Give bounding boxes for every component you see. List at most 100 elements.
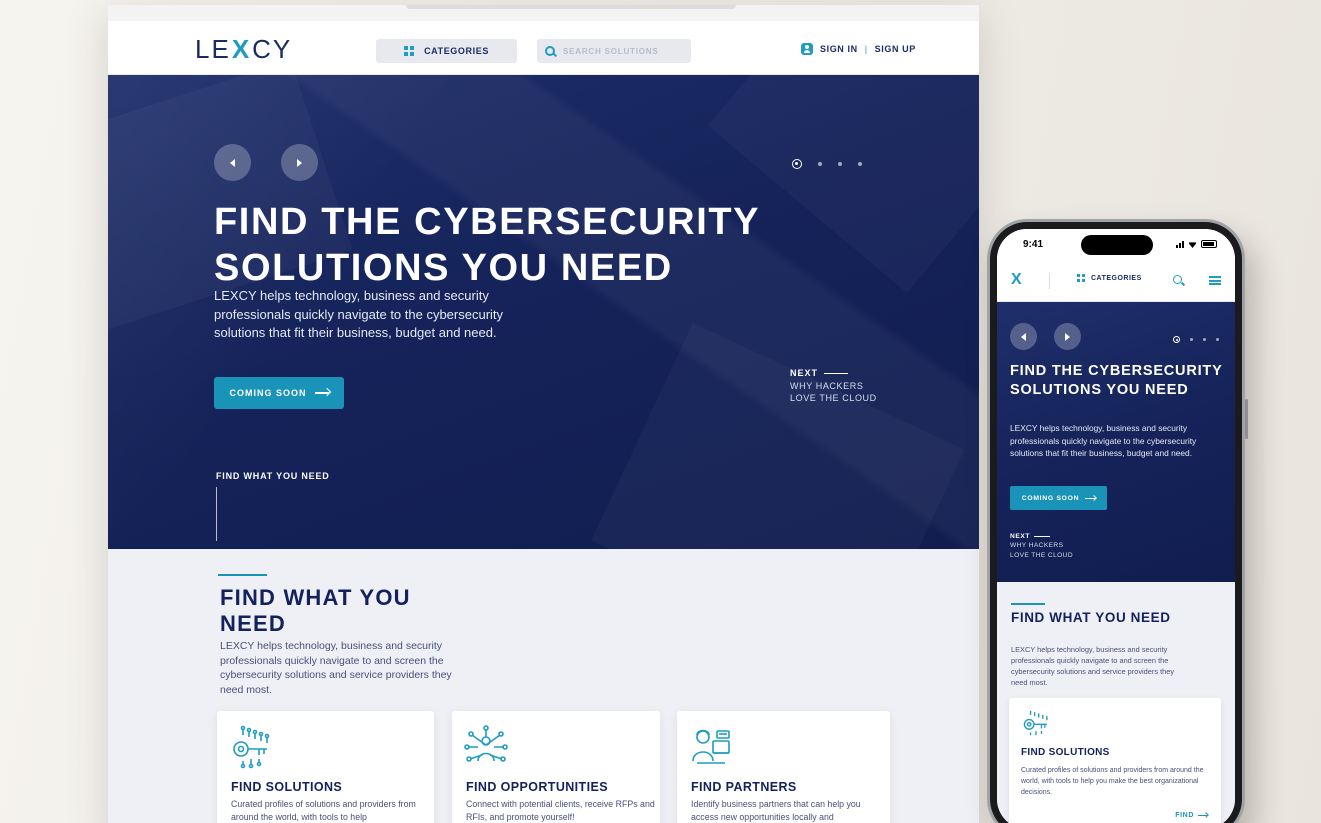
slide-dot-active[interactable] [792,159,802,169]
mobile-next-title-line-1: WHY HACKERS [1010,542,1064,549]
battery-icon [1201,240,1217,248]
slide-dot[interactable] [838,162,842,166]
slide-dot-active[interactable] [1173,336,1180,343]
mobile-hero: FIND THE CYBERSECURITY SOLUTIONS YOU NEE… [997,302,1235,582]
find-link-label: FIND [1175,812,1194,819]
circuit-key-icon [233,725,270,769]
logo-text-left: LE [195,33,231,64]
card-find-solutions[interactable]: FIND SOLUTIONS Curated profiles of solut… [217,711,434,823]
section-title: FIND WHAT YOU NEED [220,585,411,636]
hero-bg-shape [591,323,964,549]
slide-dot[interactable] [1216,338,1219,341]
header-divider [1049,273,1050,289]
slide-indicators [792,159,862,169]
browser-pill [406,5,736,9]
arrow-right-icon [1085,497,1096,499]
search-icon [1173,275,1182,284]
mobile-categories-label: CATEGORIES [1091,274,1142,282]
card-find-opportunities[interactable]: FIND OPPORTUNITIES Connect with potentia… [452,711,660,823]
auth-separator: | [864,44,868,54]
browser-top-strip [108,5,979,21]
signal-icon [1176,241,1184,248]
status-bar: 9:41 [997,229,1235,259]
arrow-right-icon [314,392,329,394]
status-icons [1176,240,1217,248]
user-icon [801,43,813,55]
dynamic-island [1081,235,1153,255]
mobile-hero-title: FIND THE CYBERSECURITY SOLUTIONS YOU NEE… [1010,363,1223,398]
hamburger-menu-icon[interactable] [1209,276,1221,285]
phone-screen: 9:41 X CATEGORIES FIND THE CYBERSECURITY… [997,229,1235,823]
chevron-left-icon [1021,332,1026,341]
phone-side-button [1245,399,1248,439]
next-slide-button[interactable] [281,144,318,181]
phone-mockup: 9:41 X CATEGORIES FIND THE CYBERSECURITY… [987,219,1248,823]
mobile-header: X CATEGORIES [997,259,1235,302]
desktop-mockup: LE X CY CATEGORIES SEARCH SOLUTIONS SIGN I… [108,5,979,823]
mobile-next-slide-preview[interactable]: NEXT WHY HACKERS LOVE THE CLOUD [1010,533,1073,561]
arrow-right-icon [1198,815,1207,816]
network-person-icon [464,725,508,762]
mobile-search-button[interactable] [1173,275,1182,284]
section-accent-line [1011,603,1045,605]
sign-up-link[interactable]: SIGN UP [875,44,916,54]
mobile-next-slide-button[interactable] [1054,323,1081,350]
prev-slide-button[interactable] [214,144,251,181]
section-accent-line [218,574,267,576]
next-slide-preview[interactable]: NEXT WHY HACKERS LOVE THE CLOUD [790,368,877,404]
partner-chat-icon [692,729,730,764]
mobile-find-section: FIND WHAT YOU NEED LEXCY helps technolog… [997,582,1235,823]
card-title: FIND OPPORTUNITIES [466,780,608,794]
grid-icon [404,46,415,56]
card-text: Connect with potential clients, receive … [466,799,655,822]
slide-dot[interactable] [858,162,862,166]
status-time: 9:41 [1023,239,1044,250]
logo-x-mark: X [231,33,252,64]
sign-in-link[interactable]: SIGN IN [820,44,858,54]
mobile-prev-slide-button[interactable] [1010,323,1037,350]
slide-dot[interactable] [818,162,822,166]
card-text: Curated profiles of solutions and provid… [231,799,416,822]
grid-icon [1077,274,1085,282]
section-description: LEXCY helps technology, business and sec… [220,640,452,696]
scroll-label[interactable]: FIND WHAT YOU NEED [216,471,330,481]
mobile-card-title: FIND SOLUTIONS [1021,747,1110,758]
auth-links: SIGN IN | SIGN UP [801,43,916,55]
mobile-section-description: LEXCY helps technology, business and sec… [1011,645,1175,687]
hero-description: LEXCY helps technology, business and sec… [214,288,504,340]
slide-dot[interactable] [1203,338,1206,341]
card-find-partners[interactable]: FIND PARTNERS Identify business partners… [677,711,890,823]
card-text: Identify business partners that can help… [691,799,861,822]
chevron-left-icon [230,158,235,167]
search-input[interactable]: SEARCH SOLUTIONS [537,39,691,63]
slide-dot[interactable] [1190,338,1193,341]
mobile-hero-description: LEXCY helps technology, business and sec… [1010,423,1197,459]
categories-button[interactable]: CATEGORIES [376,39,517,63]
logo-text-right: CY [252,33,293,64]
mobile-cta-label: COMING SOON [1021,494,1080,502]
mobile-section-title: FIND WHAT YOU NEED [1011,610,1171,625]
find-section: FIND WHAT YOU NEED LEXCY helps technolog… [108,549,979,823]
card-title: FIND SOLUTIONS [231,780,343,794]
coming-soon-button[interactable]: COMING SOON [214,377,344,409]
next-title-line-1: WHY HACKERS [790,381,864,391]
next-title-line-2: LOVE THE CLOUD [790,393,877,403]
chevron-right-icon [297,158,302,167]
hero-banner: FIND THE CYBERSECURITY SOLUTIONS YOU NEE… [108,75,979,549]
mobile-categories-button[interactable]: CATEGORIES [1077,274,1142,282]
mobile-coming-soon-button[interactable]: COMING SOON [1010,486,1107,510]
next-label: NEXT [790,368,877,378]
mobile-next-title-line-2: LOVE THE CLOUD [1010,552,1074,559]
chevron-right-icon [1065,332,1070,341]
cta-label: COMING SOON [229,388,307,398]
hero-title: FIND THE CYBERSECURITY SOLUTIONS YOU NEE… [214,201,760,289]
lexcy-logo[interactable]: LE X CY [195,33,293,64]
mobile-next-label: NEXT [1010,533,1073,540]
mobile-logo-x[interactable]: X [1011,271,1022,289]
card-title: FIND PARTNERS [691,780,797,794]
circuit-key-icon [1023,710,1048,736]
find-link[interactable]: FIND [1175,812,1207,819]
mobile-card-find-solutions[interactable]: FIND SOLUTIONS Curated profiles of solut… [1009,698,1221,823]
wifi-icon [1188,242,1197,248]
mobile-slide-indicators [1173,336,1219,343]
